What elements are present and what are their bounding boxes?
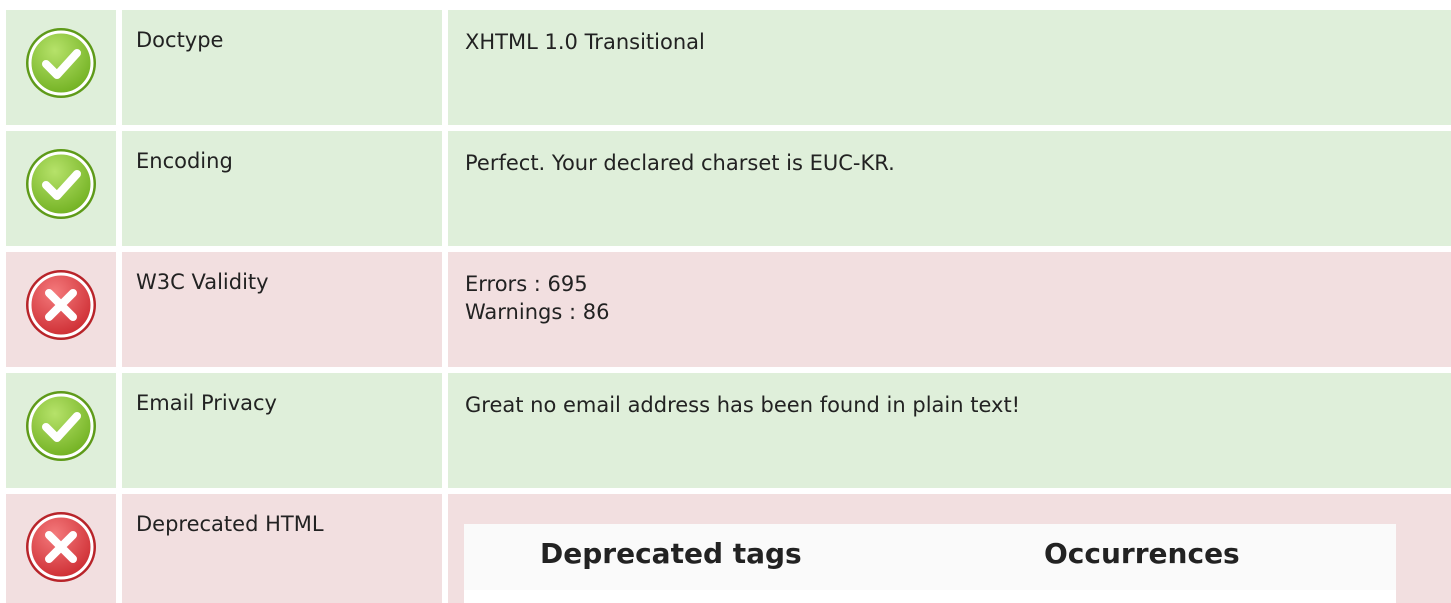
value-text: Perfect. Your declared charset is EUC-KR… xyxy=(465,151,895,175)
column-header-deprecated-tags: Deprecated tags xyxy=(540,537,802,570)
table-header: Deprecated tags Occurrences xyxy=(464,524,1396,590)
status-cell xyxy=(6,131,116,246)
status-cell xyxy=(6,252,116,367)
report-row-email-privacy: Email Privacy Great no email address has… xyxy=(0,373,1451,488)
report-row-doctype: Doctype XHTML 1.0 Transitional xyxy=(0,10,1451,125)
x-circle-icon xyxy=(24,510,98,584)
x-circle-icon xyxy=(24,268,98,342)
value-text: XHTML 1.0 Transitional xyxy=(465,30,705,54)
row-value: XHTML 1.0 Transitional xyxy=(448,10,1451,125)
row-value: Perfect. Your declared charset is EUC-KR… xyxy=(448,131,1451,246)
row-value: Great no email address has been found in… xyxy=(448,373,1451,488)
errors-count: Errors : 695 xyxy=(465,272,588,296)
value-text: Great no email address has been found in… xyxy=(465,393,1021,417)
report-row-encoding: Encoding Perfect. Your declared charset … xyxy=(0,131,1451,246)
deprecated-tags-table: Deprecated tags Occurrences xyxy=(464,524,1396,603)
row-label: Encoding xyxy=(122,131,442,246)
row-label: W3C Validity xyxy=(122,252,442,367)
status-cell xyxy=(6,373,116,488)
status-cell xyxy=(6,10,116,125)
check-circle-icon xyxy=(24,147,98,221)
report-row-deprecated-html: Deprecated HTML Deprecated tags Occurren… xyxy=(0,494,1451,603)
check-circle-icon xyxy=(24,389,98,463)
report-row-w3c-validity: W3C Validity Errors : 695 Warnings : 86 xyxy=(0,252,1451,367)
check-circle-icon xyxy=(24,26,98,100)
seo-report: Doctype XHTML 1.0 Transitional Encoding … xyxy=(0,0,1451,603)
column-header-occurrences: Occurrences xyxy=(1044,537,1240,570)
row-value: Deprecated tags Occurrences xyxy=(448,494,1451,603)
row-label: Email Privacy xyxy=(122,373,442,488)
status-cell xyxy=(6,494,116,603)
row-label: Deprecated HTML xyxy=(122,494,442,603)
row-label: Doctype xyxy=(122,10,442,125)
row-value: Errors : 695 Warnings : 86 xyxy=(448,252,1451,367)
warnings-count: Warnings : 86 xyxy=(465,300,610,324)
